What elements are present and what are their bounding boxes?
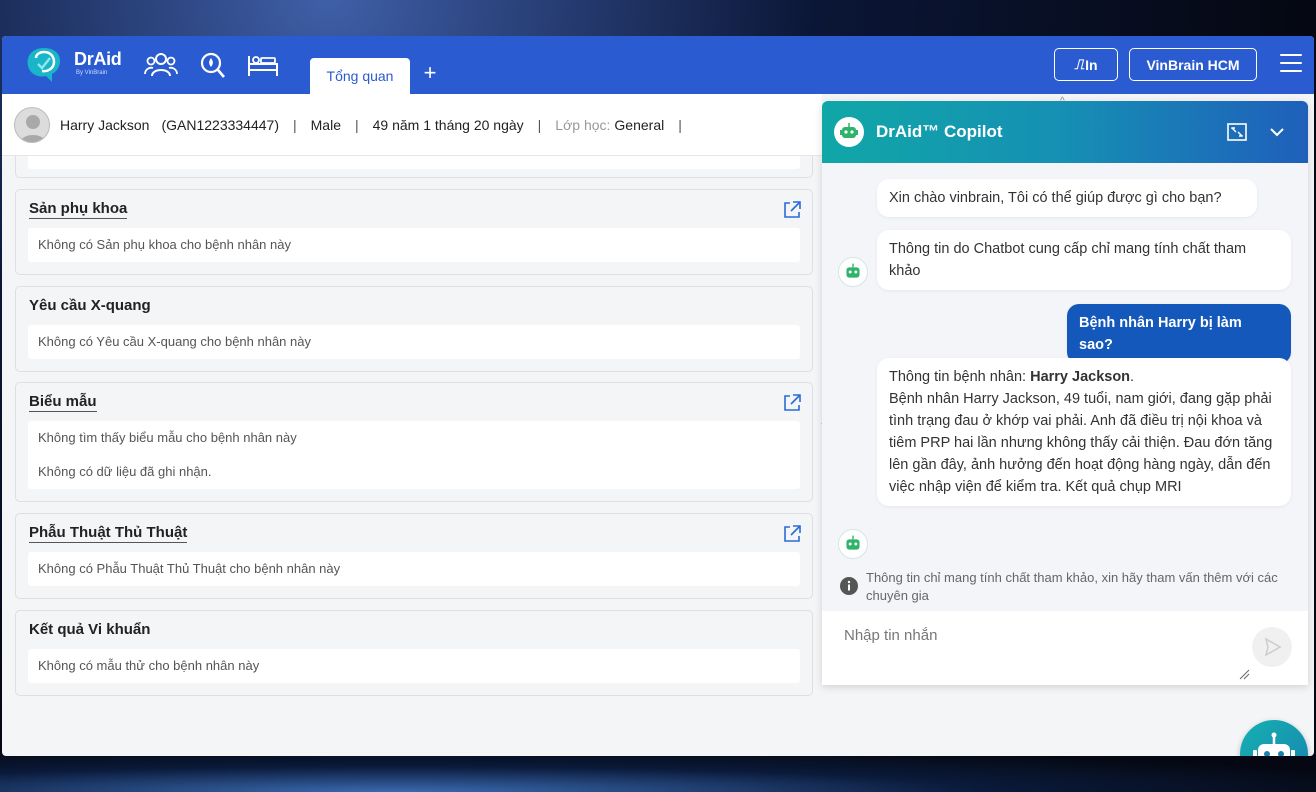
class-value: General [614, 116, 665, 133]
section-title-link[interactable]: Biểu mẫu [29, 393, 97, 412]
message-input[interactable] [832, 619, 1242, 677]
section-empty-text: Không tìm thấy biểu mẫu cho bệnh nhân nà… [38, 430, 297, 445]
message-bold: Harry Jackson [1030, 369, 1131, 385]
copilot-launcher-button[interactable] [1240, 720, 1308, 756]
top-header: DrAid By VinBrain Tổng quan + ⎍ In VinBr… [2, 36, 1314, 94]
separator: | [537, 116, 542, 133]
logo-text: DrAid [74, 49, 122, 69]
disclaimer-text: Thông tin chỉ mang tính chất tham khảo, … [866, 570, 1278, 603]
section-empty-text: Không có dữ liệu đã ghi nhận. [38, 464, 212, 479]
external-link-icon[interactable] [782, 200, 802, 220]
chat-title: DrAid™ Copilot [876, 122, 1003, 141]
resize-handle-icon[interactable] [1238, 667, 1250, 680]
print-icon: ⎍ [1074, 56, 1085, 72]
section-card-surgery: Phẫu Thuật Thủ Thuật Không có Phẫu Thuật… [15, 513, 813, 599]
print-label: In [1085, 56, 1098, 73]
robot-icon [1253, 732, 1295, 756]
patient-id: (GAN1223334447) [161, 116, 279, 133]
section-empty-text: Không có Phẫu Thuật Thủ Thuật cho bệnh n… [38, 561, 341, 576]
patient-age: 49 năm 1 tháng 20 ngày [372, 116, 524, 133]
section-empty-text: Không có Sản phụ khoa cho bệnh nhân này [38, 237, 291, 252]
bot-avatar-icon [838, 257, 868, 287]
add-tab-button[interactable]: + [418, 58, 442, 88]
tab-overview[interactable]: Tổng quan [310, 58, 410, 94]
message-suffix: . [1130, 369, 1135, 385]
section-card-forms: Biểu mẫu Không tìm thấy biểu mẫu cho bện… [15, 382, 813, 502]
class-label: Lớp học: [555, 116, 611, 133]
patient-name: Harry Jackson [60, 116, 150, 133]
message-prefix: Thông tin bệnh nhân: [889, 369, 1031, 385]
section-card-bacteria: Kết quả Vi khuẩn Không có mẫu thử cho bệ… [15, 610, 813, 696]
section-empty-text: Không có Yêu cầu X-quang cho bệnh nhân n… [38, 334, 311, 349]
separator: | [355, 116, 359, 133]
expand-icon[interactable] [1226, 121, 1248, 143]
external-link-icon[interactable] [782, 393, 802, 413]
separator: | [293, 116, 297, 133]
draid-logo[interactable]: DrAid By VinBrain [22, 44, 122, 84]
chat-message-bot: Thông tin bệnh nhân: Harry Jackson. Bệnh… [877, 358, 1291, 506]
patient-avatar [14, 106, 50, 143]
patient-sections: Sản phụ khoa Không có Sản phụ khoa cho b… [2, 156, 822, 756]
send-button[interactable] [1252, 627, 1292, 667]
copilot-chat-panel: DrAid™ Copilot Xin chào vinbrain, Tôi có… [822, 101, 1308, 685]
background-glow [0, 752, 1316, 792]
section-card-partial [15, 156, 813, 178]
section-card-obstetrics: Sản phụ khoa Không có Sản phụ khoa cho b… [15, 189, 813, 275]
chat-header: DrAid™ Copilot [822, 101, 1308, 163]
section-empty-text: Không có mẫu thử cho bệnh nhân này [38, 658, 260, 673]
section-title-link[interactable]: Sản phụ khoa [29, 200, 128, 219]
patient-info-bar: Harry Jackson (GAN1223334447) | Male | 4… [2, 94, 822, 156]
patients-icon[interactable] [144, 50, 178, 80]
chat-message-bot: Thông tin do Chatbot cung cấp chỉ mang t… [877, 230, 1291, 290]
chat-message-bot: Xin chào vinbrain, Tôi có thể giúp được … [877, 179, 1257, 217]
send-icon [1264, 637, 1282, 657]
bot-avatar-icon [838, 529, 868, 559]
separator: | [678, 116, 682, 133]
hamburger-menu-icon[interactable] [1280, 54, 1302, 74]
section-title: Kết quả Vi khuẩn [29, 621, 151, 638]
external-link-icon[interactable] [782, 524, 802, 544]
chat-message-user: Bệnh nhân Harry bị làm sao? [1067, 304, 1291, 364]
search-icon[interactable] [196, 50, 230, 80]
message-body: Bệnh nhân Harry Jackson, 49 tuổi, nam gi… [889, 391, 1273, 495]
bed-icon[interactable] [246, 50, 280, 80]
chat-input-area [822, 611, 1308, 685]
draid-logo-icon [27, 48, 60, 82]
chevron-down-icon[interactable] [1266, 121, 1288, 143]
patient-sex: Male [310, 116, 341, 133]
section-card-xray: Yêu cầu X-quang Không có Yêu cầu X-quang… [15, 286, 813, 372]
print-button[interactable]: ⎍ In [1054, 48, 1118, 81]
section-title-link[interactable]: Phẫu Thuật Thủ Thuật [29, 524, 188, 543]
app-window: DrAid By VinBrain Tổng quan + ⎍ In VinBr… [2, 36, 1314, 756]
copilot-robot-icon [834, 117, 864, 147]
section-title: Yêu cầu X-quang [29, 297, 151, 314]
chat-disclaimer: Thông tin chỉ mang tính chất tham khảo, … [840, 569, 1290, 605]
org-selector-button[interactable]: VinBrain HCM [1129, 48, 1257, 81]
logo-subtitle: By VinBrain [76, 70, 108, 76]
info-icon [840, 577, 858, 595]
